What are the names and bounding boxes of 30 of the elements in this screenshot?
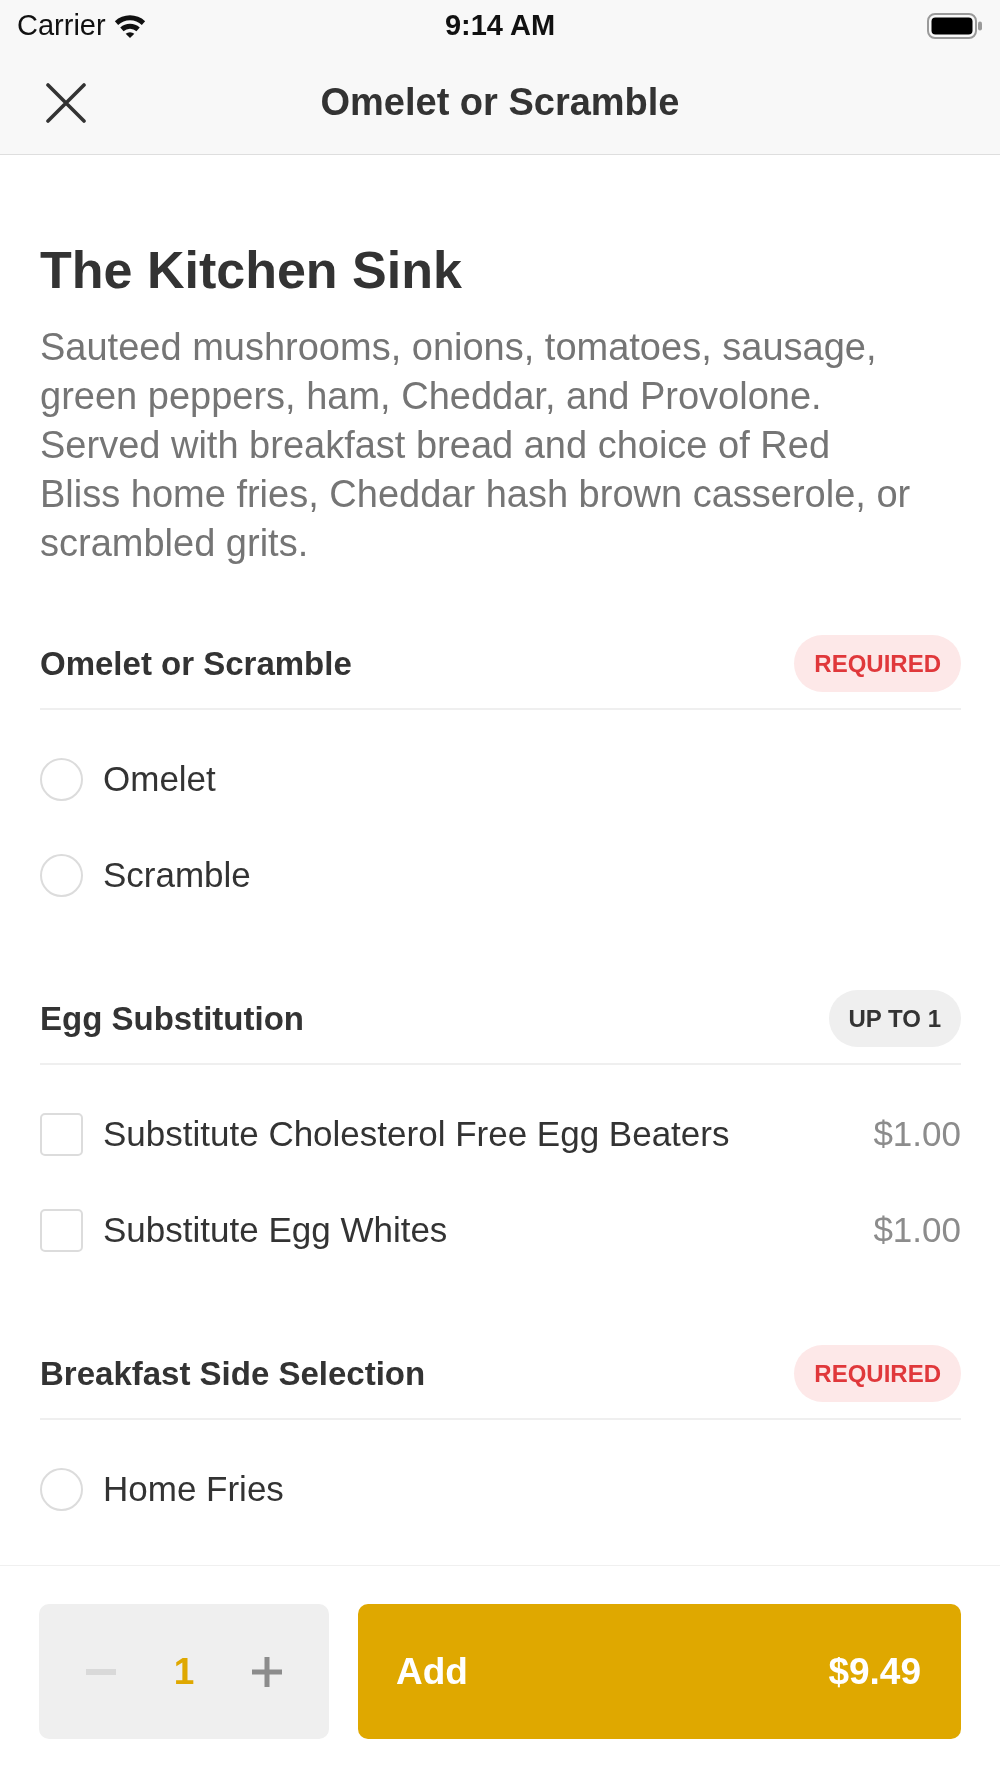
- section-title: Breakfast Side Selection: [40, 1353, 426, 1394]
- radio-button[interactable]: [40, 853, 83, 897]
- checkbox[interactable]: [40, 1208, 83, 1252]
- battery-icon: [927, 12, 983, 39]
- plus-icon: [252, 1656, 283, 1687]
- radio-button[interactable]: [40, 757, 83, 801]
- section-badge: REQUIRED: [794, 1345, 961, 1402]
- quantity-value: 1: [173, 1649, 195, 1694]
- carrier-label: Carrier: [17, 7, 106, 43]
- item-title: The Kitchen Sink: [40, 240, 463, 301]
- section-badge: REQUIRED: [794, 635, 961, 692]
- option-label: Omelet: [103, 757, 216, 800]
- option-label: Home Fries: [103, 1467, 284, 1510]
- add-to-order-button[interactable]: Add $9.49: [358, 1604, 961, 1739]
- section-badge: UP TO 1: [828, 990, 961, 1047]
- item-description: Sauteed mushrooms, onions, tomatoes, sausage, green peppers, ham, Cheddar, and Provolone. Served with breakfast bread and choice of Red Bliss home fries, Cheddar hash brown casserole, or scrambled grits.: [40, 325, 912, 566]
- option-label: Substitute Egg Whites: [103, 1208, 448, 1251]
- close-icon: [46, 82, 86, 123]
- checkbox[interactable]: [40, 1112, 83, 1156]
- nav-title: Omelet or Scramble: [320, 80, 680, 125]
- section-title: Omelet or Scramble: [40, 643, 352, 684]
- wifi-icon: [113, 13, 146, 38]
- option-label: Substitute Cholesterol Free Egg Beaters: [103, 1112, 730, 1155]
- status-time: 9:14 AM: [444, 7, 556, 43]
- option-price: $1.00: [873, 1208, 961, 1251]
- option-price: $1.00: [873, 1112, 961, 1155]
- total-price: $9.49: [828, 1649, 921, 1694]
- radio-button[interactable]: [40, 1467, 83, 1511]
- option-label: Scramble: [103, 853, 251, 896]
- section-title: Egg Substitution: [40, 998, 304, 1039]
